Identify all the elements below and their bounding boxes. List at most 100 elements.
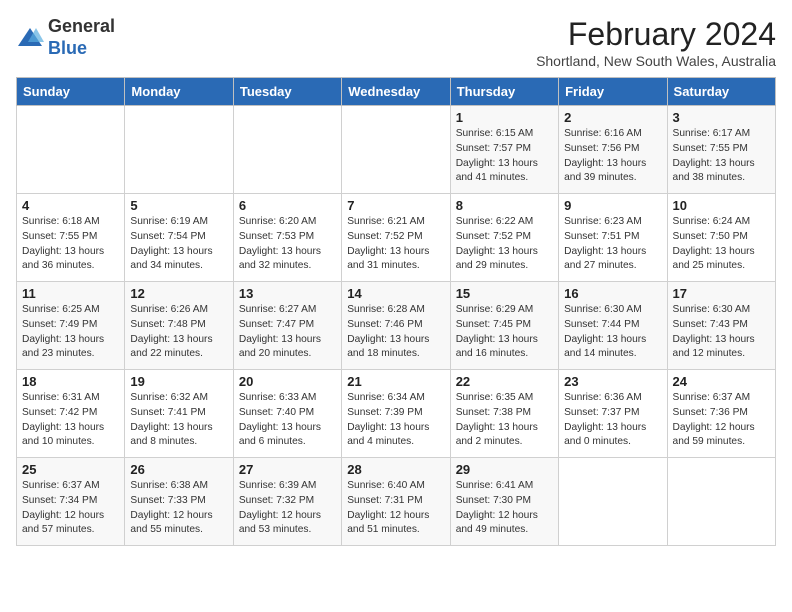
day-info: Sunrise: 6:41 AMSunset: 7:30 PMDaylight:… — [456, 479, 553, 538]
calendar-cell: 5 Sunrise: 6:19 AMSunset: 7:54 PMDaylight… — [125, 194, 233, 282]
day-info: Sunrise: 6:38 AMSunset: 7:33 PMDaylight:… — [130, 479, 227, 538]
day-number: 29 — [456, 462, 553, 477]
day-number: 5 — [130, 198, 227, 213]
calendar-cell: 22 Sunrise: 6:35 AMSunset: 7:38 PMDayligh… — [450, 370, 558, 458]
day-info: Sunrise: 6:15 AMSunset: 7:57 PMDaylight:… — [456, 127, 553, 186]
calendar-week-row: 18Sunrise: 6:31 AMSunset: 7:42 PMDayligh… — [17, 370, 776, 458]
calendar-cell: 26 Sunrise: 6:38 AMSunset: 7:33 PMDayligh… — [125, 458, 233, 546]
day-number: 4 — [22, 198, 119, 213]
calendar-cell: 27 Sunrise: 6:39 AMSunset: 7:32 PMDayligh… — [233, 458, 341, 546]
logo-icon — [16, 24, 44, 52]
day-number: 20 — [239, 374, 336, 389]
location: Shortland, New South Wales, Australia — [536, 53, 776, 69]
calendar-cell — [667, 458, 775, 546]
day-info: Sunrise: 6:36 AMSunset: 7:37 PMDaylight:… — [564, 391, 661, 450]
calendar-cell: 2 Sunrise: 6:16 AMSunset: 7:56 PMDaylight… — [559, 106, 667, 194]
day-info: Sunrise: 6:19 AMSunset: 7:54 PMDaylight:… — [130, 215, 227, 274]
calendar-cell: 14 Sunrise: 6:28 AMSunset: 7:46 PMDayligh… — [342, 282, 450, 370]
calendar-cell: 7 Sunrise: 6:21 AMSunset: 7:52 PMDaylight… — [342, 194, 450, 282]
day-info: Sunrise: 6:27 AMSunset: 7:47 PMDaylight:… — [239, 303, 336, 362]
day-number: 18 — [22, 374, 119, 389]
calendar-cell: 29 Sunrise: 6:41 AMSunset: 7:30 PMDayligh… — [450, 458, 558, 546]
calendar-cell: 4 Sunrise: 6:18 AMSunset: 7:55 PMDaylight… — [17, 194, 125, 282]
day-of-week-header: Sunday — [17, 78, 125, 106]
logo: General Blue — [16, 16, 115, 59]
day-number: 23 — [564, 374, 661, 389]
day-of-week-header: Saturday — [667, 78, 775, 106]
day-info: Sunrise: 6:34 AMSunset: 7:39 PMDaylight:… — [347, 391, 444, 450]
day-of-week-header: Wednesday — [342, 78, 450, 106]
day-number: 22 — [456, 374, 553, 389]
day-of-week-header: Thursday — [450, 78, 558, 106]
day-info: Sunrise: 6:30 AMSunset: 7:44 PMDaylight:… — [564, 303, 661, 362]
day-number: 9 — [564, 198, 661, 213]
day-number: 10 — [673, 198, 770, 213]
calendar-cell: 9 Sunrise: 6:23 AMSunset: 7:51 PMDaylight… — [559, 194, 667, 282]
calendar-cell: 13 Sunrise: 6:27 AMSunset: 7:47 PMDayligh… — [233, 282, 341, 370]
day-info: Sunrise: 6:21 AMSunset: 7:52 PMDaylight:… — [347, 215, 444, 274]
day-info: Sunrise: 6:33 AMSunset: 7:40 PMDaylight:… — [239, 391, 336, 450]
calendar-cell — [125, 106, 233, 194]
calendar-cell: 3 Sunrise: 6:17 AMSunset: 7:55 PMDaylight… — [667, 106, 775, 194]
day-number: 25 — [22, 462, 119, 477]
day-number: 26 — [130, 462, 227, 477]
day-number: 12 — [130, 286, 227, 301]
day-info: Sunrise: 6:16 AMSunset: 7:56 PMDaylight:… — [564, 127, 661, 186]
day-info: Sunrise: 6:23 AMSunset: 7:51 PMDaylight:… — [564, 215, 661, 274]
day-info: Sunrise: 6:37 AMSunset: 7:36 PMDaylight:… — [673, 391, 770, 450]
calendar-week-row: 11 Sunrise: 6:25 AMSunset: 7:49 PMDayligh… — [17, 282, 776, 370]
day-of-week-header: Monday — [125, 78, 233, 106]
day-number: 21 — [347, 374, 444, 389]
day-info: Sunrise: 6:22 AMSunset: 7:52 PMDaylight:… — [456, 215, 553, 274]
day-number: 19 — [130, 374, 227, 389]
calendar-cell: 20 Sunrise: 6:33 AMSunset: 7:40 PMDayligh… — [233, 370, 341, 458]
calendar-cell: 16 Sunrise: 6:30 AMSunset: 7:44 PMDayligh… — [559, 282, 667, 370]
logo-general-text: General — [48, 16, 115, 36]
day-number: 3 — [673, 110, 770, 125]
header: General Blue February 2024 Shortland, Ne… — [16, 16, 776, 69]
day-number: 28 — [347, 462, 444, 477]
calendar-cell — [17, 106, 125, 194]
day-info: Sunrise: 6:32 AMSunset: 7:41 PMDaylight:… — [130, 391, 227, 450]
calendar-cell: 1Sunrise: 6:15 AMSunset: 7:57 PMDaylight… — [450, 106, 558, 194]
day-number: 14 — [347, 286, 444, 301]
calendar-header-row: SundayMondayTuesdayWednesdayThursdayFrid… — [17, 78, 776, 106]
day-info: Sunrise: 6:17 AMSunset: 7:55 PMDaylight:… — [673, 127, 770, 186]
title-area: February 2024 Shortland, New South Wales… — [536, 16, 776, 69]
day-number: 15 — [456, 286, 553, 301]
day-number: 24 — [673, 374, 770, 389]
calendar-body: 1Sunrise: 6:15 AMSunset: 7:57 PMDaylight… — [17, 106, 776, 546]
day-number: 11 — [22, 286, 119, 301]
calendar-cell: 23 Sunrise: 6:36 AMSunset: 7:37 PMDayligh… — [559, 370, 667, 458]
day-number: 7 — [347, 198, 444, 213]
day-info: Sunrise: 6:18 AMSunset: 7:55 PMDaylight:… — [22, 215, 119, 274]
day-info: Sunrise: 6:26 AMSunset: 7:48 PMDaylight:… — [130, 303, 227, 362]
calendar-cell: 6Sunrise: 6:20 AMSunset: 7:53 PMDaylight… — [233, 194, 341, 282]
day-info: Sunrise: 6:30 AMSunset: 7:43 PMDaylight:… — [673, 303, 770, 362]
month-year: February 2024 — [536, 16, 776, 53]
day-number: 27 — [239, 462, 336, 477]
day-info: Sunrise: 6:37 AMSunset: 7:34 PMDaylight:… — [22, 479, 119, 538]
day-number: 16 — [564, 286, 661, 301]
calendar-cell: 18Sunrise: 6:31 AMSunset: 7:42 PMDayligh… — [17, 370, 125, 458]
day-of-week-header: Tuesday — [233, 78, 341, 106]
day-info: Sunrise: 6:20 AMSunset: 7:53 PMDaylight:… — [239, 215, 336, 274]
calendar-cell: 15 Sunrise: 6:29 AMSunset: 7:45 PMDayligh… — [450, 282, 558, 370]
day-info: Sunrise: 6:28 AMSunset: 7:46 PMDaylight:… — [347, 303, 444, 362]
day-info: Sunrise: 6:39 AMSunset: 7:32 PMDaylight:… — [239, 479, 336, 538]
calendar-cell: 10 Sunrise: 6:24 AMSunset: 7:50 PMDayligh… — [667, 194, 775, 282]
calendar-cell: 8 Sunrise: 6:22 AMSunset: 7:52 PMDaylight… — [450, 194, 558, 282]
calendar-cell — [342, 106, 450, 194]
calendar-cell: 12 Sunrise: 6:26 AMSunset: 7:48 PMDayligh… — [125, 282, 233, 370]
day-info: Sunrise: 6:35 AMSunset: 7:38 PMDaylight:… — [456, 391, 553, 450]
day-info: Sunrise: 6:25 AMSunset: 7:49 PMDaylight:… — [22, 303, 119, 362]
logo-blue-text: Blue — [48, 38, 87, 58]
calendar-week-row: 4 Sunrise: 6:18 AMSunset: 7:55 PMDaylight… — [17, 194, 776, 282]
day-number: 13 — [239, 286, 336, 301]
day-of-week-header: Friday — [559, 78, 667, 106]
calendar-week-row: 25 Sunrise: 6:37 AMSunset: 7:34 PMDayligh… — [17, 458, 776, 546]
day-number: 8 — [456, 198, 553, 213]
day-number: 2 — [564, 110, 661, 125]
day-info: Sunrise: 6:24 AMSunset: 7:50 PMDaylight:… — [673, 215, 770, 274]
day-info: Sunrise: 6:29 AMSunset: 7:45 PMDaylight:… — [456, 303, 553, 362]
